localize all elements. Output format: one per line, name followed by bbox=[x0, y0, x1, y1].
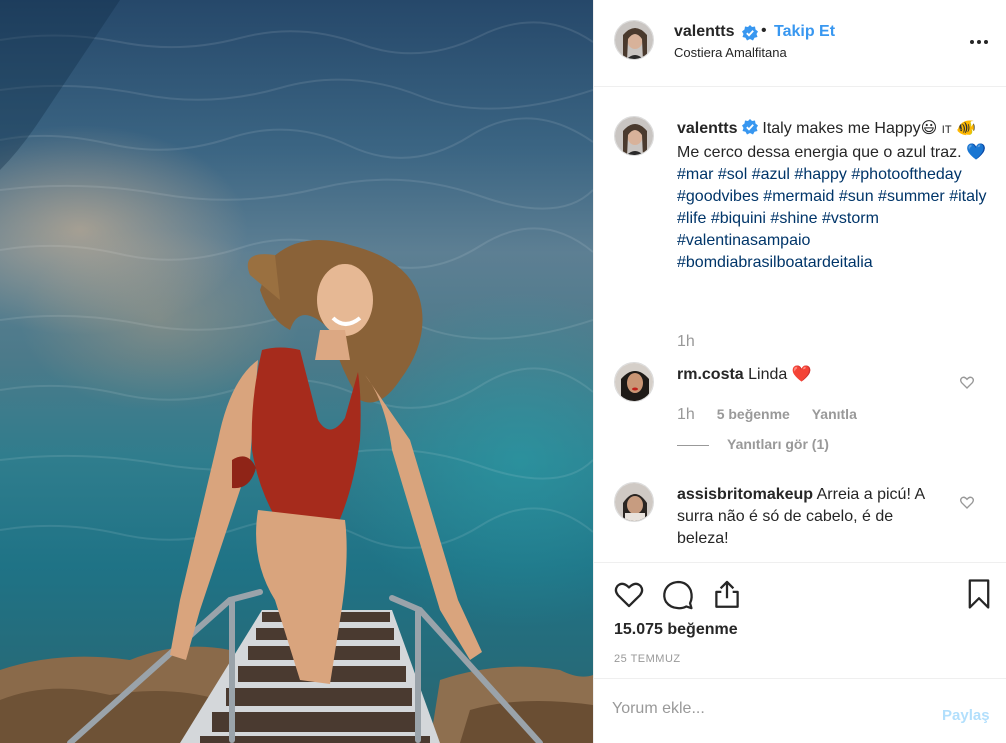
comment-time: 1h bbox=[677, 406, 695, 423]
caption-time: 1h bbox=[677, 333, 695, 350]
hashtag-link[interactable]: #photooftheday bbox=[851, 166, 961, 183]
post-date[interactable]: 25 TEMMUZ bbox=[614, 653, 681, 665]
comment-body: rm.costa Linda ❤️ bbox=[677, 364, 947, 386]
caption-line1: Italy makes me Happy bbox=[762, 120, 921, 137]
caption-username[interactable]: valentts bbox=[677, 120, 737, 137]
comment-username[interactable]: rm.costa bbox=[677, 366, 744, 383]
share-icon[interactable] bbox=[710, 577, 744, 611]
hashtag-list: #mar #sol #azul #happy #photooftheday #g… bbox=[677, 164, 987, 274]
comment-likes[interactable]: 5 beğenme bbox=[717, 406, 790, 422]
author-avatar[interactable] bbox=[614, 20, 654, 60]
hashtag-link[interactable]: #shine bbox=[770, 210, 817, 227]
view-replies-label: Yanıtları gör (1) bbox=[727, 436, 829, 452]
add-comment-bar: Paylaş bbox=[594, 678, 1006, 743]
hashtag-link[interactable]: #sun bbox=[839, 188, 874, 205]
hashtag-link[interactable]: #vstorm bbox=[822, 210, 879, 227]
verified-badge-icon bbox=[741, 119, 758, 142]
hashtag-link[interactable]: #italy bbox=[949, 188, 986, 205]
hashtag-link[interactable]: #valentinasampaio bbox=[677, 232, 810, 249]
view-replies-button[interactable]: Yanıtları gör (1) bbox=[677, 436, 829, 452]
heart-icon[interactable] bbox=[612, 577, 646, 611]
hashtag-link[interactable]: #mermaid bbox=[763, 188, 834, 205]
comment-username[interactable]: assisbritomakeup bbox=[677, 486, 813, 503]
hashtag-link[interactable]: #happy bbox=[794, 166, 847, 183]
reply-button[interactable]: Yanıtla bbox=[812, 406, 857, 422]
comment-text: Linda bbox=[748, 366, 788, 383]
bookmark-icon[interactable] bbox=[962, 577, 996, 611]
author-username[interactable]: valentts bbox=[674, 23, 734, 41]
comment-like-icon[interactable] bbox=[959, 494, 977, 512]
woman-figure bbox=[170, 240, 482, 684]
hashtag-link[interactable]: #bomdiabrasilboatardeitalia bbox=[677, 254, 873, 271]
post-location[interactable]: Costiera Amalfitana bbox=[674, 45, 787, 60]
caption-avatar[interactable] bbox=[614, 116, 654, 156]
comment-icon[interactable] bbox=[661, 577, 695, 611]
comment-like-icon[interactable] bbox=[959, 374, 977, 392]
italy-flag-icon: IT bbox=[941, 124, 952, 136]
hashtag-link[interactable]: #summer bbox=[878, 188, 945, 205]
red-heart-emoji-icon: ❤️ bbox=[791, 366, 812, 383]
commenter-avatar[interactable] bbox=[614, 362, 654, 402]
caption-text: valentts Italy makes me Happy😃 IT 🐠 Me c… bbox=[677, 118, 987, 274]
post-photo[interactable] bbox=[0, 0, 593, 743]
more-horizontal-icon[interactable] bbox=[967, 30, 991, 54]
post-comment-button[interactable]: Paylaş bbox=[942, 707, 990, 724]
hashtag-link[interactable]: #life bbox=[677, 210, 706, 227]
commenter-avatar[interactable] bbox=[614, 482, 654, 522]
post-header: valentts • Takip Et Costiera Amalfitana bbox=[594, 0, 1006, 87]
follow-button[interactable]: Takip Et bbox=[774, 23, 835, 41]
smile-emoji-icon: 😃 bbox=[920, 120, 938, 137]
hashtag-link[interactable]: #mar bbox=[677, 166, 713, 183]
hashtag-link[interactable]: #biquini bbox=[711, 210, 766, 227]
comment-body: assisbritomakeup Arreia a picú! A surra … bbox=[677, 484, 947, 550]
caption-line2: Me cerco dessa energia que o azul traz. bbox=[677, 144, 962, 161]
fish-emoji-icon: 🐠 bbox=[956, 120, 976, 137]
post-sidebar: valentts • Takip Et Costiera Amalfitana bbox=[593, 0, 1006, 743]
hashtag-link[interactable]: #goodvibes bbox=[677, 188, 759, 205]
blue-heart-emoji-icon: 💙 bbox=[966, 144, 986, 161]
comment-meta: 1h 5 beğenme Yanıtla bbox=[677, 406, 875, 424]
comment-input[interactable] bbox=[612, 697, 912, 721]
hashtag-link[interactable]: #sol bbox=[718, 166, 747, 183]
header-separator: • bbox=[761, 22, 767, 39]
replies-divider bbox=[677, 444, 709, 446]
likes-count[interactable]: 15.075 beğenme bbox=[614, 621, 738, 639]
hashtag-link[interactable]: #azul bbox=[752, 166, 790, 183]
verified-badge-icon bbox=[742, 25, 758, 46]
